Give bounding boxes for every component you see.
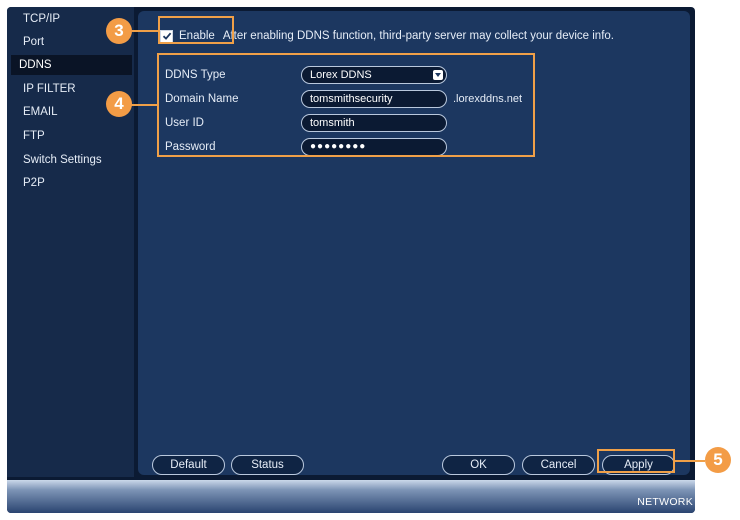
- domain-name-label: Domain Name: [165, 93, 239, 105]
- enable-checkbox[interactable]: [160, 29, 173, 43]
- enable-label: Enable: [179, 30, 215, 42]
- user-id-row: User ID tomsmith: [165, 113, 665, 133]
- step-3-badge: 3: [106, 18, 132, 44]
- ddns-type-value: Lorex DDNS: [310, 69, 372, 81]
- user-id-input[interactable]: tomsmith: [301, 114, 447, 132]
- domain-suffix: .lorexddns.net: [453, 93, 523, 105]
- callout-5-connector: [675, 460, 705, 462]
- password-row: Password ●●●●●●●●: [165, 137, 665, 157]
- step-5-badge: 5: [705, 447, 731, 473]
- password-label: Password: [165, 141, 216, 153]
- section-caption: NETWORK: [637, 496, 693, 508]
- callout-4-connector: [130, 104, 157, 106]
- checkmark-icon: [162, 32, 171, 40]
- enable-row: Enable After enabling DDNS function, thi…: [160, 25, 614, 47]
- sidebar-item-ddns[interactable]: DDNS: [11, 55, 132, 75]
- sidebar: TCP/IP Port DDNS IP FILTER EMAIL FTP Swi…: [7, 7, 134, 477]
- password-input[interactable]: ●●●●●●●●: [301, 138, 447, 156]
- sidebar-item-switch-settings[interactable]: Switch Settings: [15, 150, 132, 170]
- default-button[interactable]: Default: [152, 455, 225, 475]
- ddns-type-label: DDNS Type: [165, 69, 226, 81]
- step-4-badge: 4: [106, 91, 132, 117]
- ddns-type-row: DDNS Type Lorex DDNS: [165, 65, 665, 85]
- sidebar-item-p2p[interactable]: P2P: [15, 173, 132, 193]
- bottom-bar: NETWORK: [7, 480, 695, 513]
- cancel-button[interactable]: Cancel: [522, 455, 595, 475]
- ddns-type-select[interactable]: Lorex DDNS: [301, 66, 447, 84]
- ok-button[interactable]: OK: [442, 455, 515, 475]
- apply-button[interactable]: Apply: [602, 455, 675, 475]
- domain-name-row: Domain Name tomsmithsecurity .lorexddns.…: [165, 89, 665, 109]
- ddns-settings-panel: Enable After enabling DDNS function, thi…: [138, 11, 690, 475]
- sidebar-item-ftp[interactable]: FTP: [15, 126, 132, 146]
- enable-note: After enabling DDNS function, third-part…: [222, 30, 614, 42]
- callout-3-connector: [130, 30, 158, 32]
- domain-name-input[interactable]: tomsmithsecurity: [301, 90, 447, 108]
- status-button[interactable]: Status: [231, 455, 304, 475]
- user-id-label: User ID: [165, 117, 204, 129]
- chevron-down-icon: [433, 70, 443, 80]
- app-window: TCP/IP Port DDNS IP FILTER EMAIL FTP Swi…: [7, 7, 695, 513]
